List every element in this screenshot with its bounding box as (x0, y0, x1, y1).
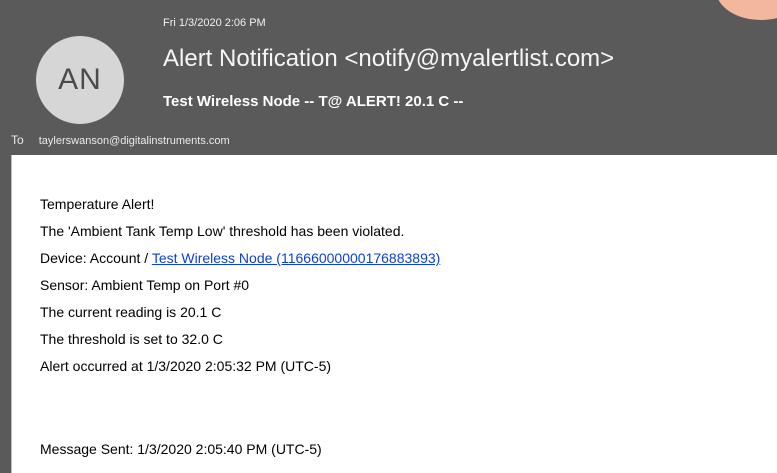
body-line-sensor: Sensor: Ambient Temp on Port #0 (40, 277, 250, 293)
body-line-title: Temperature Alert! (40, 196, 155, 212)
email-header: AN Fri 1/3/2020 2:06 PM Alert Notificati… (0, 0, 777, 155)
body-line-current-reading: The current reading is 20.1 C (40, 304, 222, 320)
recipient-row: To taylerswanson@digitalinstruments.com (11, 133, 230, 147)
device-link[interactable]: Test Wireless Node (11666000000176883893… (152, 250, 441, 266)
body-line-threshold-violated: The 'Ambient Tank Temp Low' threshold ha… (40, 223, 405, 239)
body-line-message-sent: Message Sent: 1/3/2020 2:05:40 PM (UTC-5… (40, 441, 322, 457)
body-line-device: Device: Account / Test Wireless Node (11… (40, 250, 440, 266)
sender-name[interactable]: Alert Notification <notify@myalertlist.c… (163, 45, 614, 73)
left-gutter (0, 155, 11, 473)
device-prefix: Device: Account / (40, 250, 152, 266)
to-label: To (11, 133, 24, 147)
email-date: Fri 1/3/2020 2:06 PM (163, 17, 266, 29)
body-line-threshold-set: The threshold is set to 32.0 C (40, 331, 223, 347)
avatar: AN (36, 36, 124, 124)
avatar-initials: AN (58, 63, 102, 96)
email-subject: Test Wireless Node -- T@ ALERT! 20.1 C -… (163, 93, 464, 110)
body-line-alert-occurred: Alert occurred at 1/3/2020 2:05:32 PM (U… (40, 358, 332, 374)
accent-decoration (716, 0, 777, 20)
recipient-address[interactable]: taylerswanson@digitalinstruments.com (39, 135, 230, 147)
